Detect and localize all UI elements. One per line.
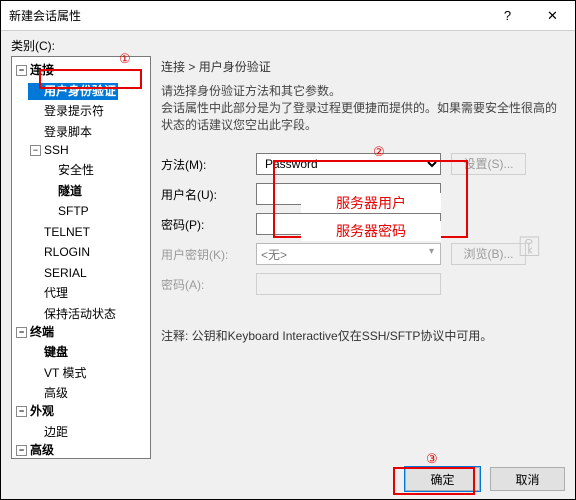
tree-keyboard[interactable]: 键盘 [28,344,70,361]
username-input[interactable] [256,183,441,205]
tree-keepalive[interactable]: 保持活动状态 [28,306,118,323]
tree-advanced-term[interactable]: 高级 [28,385,70,402]
collapse-icon[interactable]: − [30,145,41,156]
window-title: 新建会话属性 [9,7,81,24]
tree-terminal[interactable]: −终端 [14,324,56,341]
key-icon: ⚿ [519,231,540,264]
settings-panel: 连接 > 用户身份验证 请选择身份验证方法和其它参数。 会话属性中此部分是为了登… [161,56,565,459]
tree-sftp[interactable]: SFTP [42,203,91,220]
passphrase-label: 密码(A): [161,276,256,293]
dialog-footer: 确定 取消 [11,459,565,491]
userkey-label: 用户密钥(K): [161,246,256,263]
breadcrumb: 连接 > 用户身份验证 [161,58,565,75]
collapse-icon[interactable]: − [16,327,27,338]
category-tree[interactable]: −连接 用户身份验证 登录提示符 登录脚本 −SSH 安全性 隧道 SFTP [11,56,151,459]
method-select[interactable]: Password [256,153,441,175]
tree-margin[interactable]: 边距 [28,424,70,441]
method-label: 方法(M): [161,156,256,173]
dialog-window: 新建会话属性 ? ✕ 类别(C): −连接 用户身份验证 登录提示符 登录脚本 [0,0,576,500]
tree-ssh[interactable]: −SSH [28,142,71,159]
category-label: 类别(C): [11,37,565,54]
help-button[interactable]: ? [485,1,530,31]
tree-telnet[interactable]: TELNET [28,224,92,241]
tree-appearance[interactable]: −外观 [14,403,56,420]
password-input[interactable] [256,213,441,235]
tree-vt-mode[interactable]: VT 模式 [28,365,88,382]
tree-advanced[interactable]: −高级 [14,442,56,459]
tree-login-prompt[interactable]: 登录提示符 [28,103,106,120]
tree-security[interactable]: 安全性 [42,162,96,179]
description: 请选择身份验证方法和其它参数。 会话属性中此部分是为了登录过程更便捷而提供的。如… [161,83,565,134]
userkey-select: <无> [256,243,441,265]
tree-rlogin[interactable]: RLOGIN [28,244,92,261]
collapse-icon[interactable]: − [16,445,27,456]
collapse-icon[interactable]: − [16,65,27,76]
browse-button: 浏览(B)... [451,243,526,265]
tree-serial[interactable]: SERIAL [28,265,89,282]
password-label: 密码(P): [161,216,256,233]
titlebar: 新建会话属性 ? ✕ [1,1,575,31]
tree-login-script[interactable]: 登录脚本 [28,124,94,141]
note-text: 注释: 公钥和Keyboard Interactive仅在SSH/SFTP协议中… [161,327,565,344]
tree-user-auth[interactable]: 用户身份验证 [28,83,118,100]
passphrase-input [256,273,441,295]
tree-proxy[interactable]: 代理 [28,285,70,302]
tree-tunnel[interactable]: 隧道 [42,183,84,200]
username-label: 用户名(U): [161,186,256,203]
setup-button: 设置(S)... [451,153,526,175]
tree-connection[interactable]: −连接 [14,62,56,79]
close-button[interactable]: ✕ [530,1,575,31]
collapse-icon[interactable]: − [16,406,27,417]
window-controls: ? ✕ [485,1,575,31]
cancel-button[interactable]: 取消 [490,467,565,491]
ok-button[interactable]: 确定 [405,467,480,491]
